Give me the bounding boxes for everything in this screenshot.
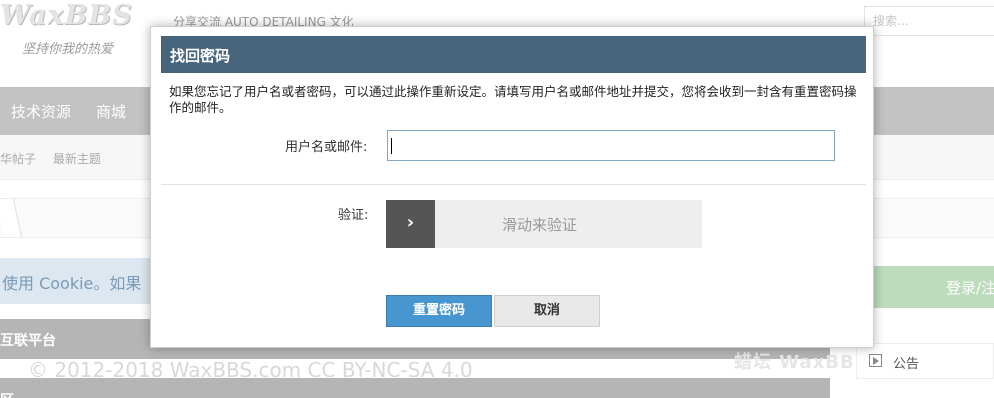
- form-divider: [161, 184, 866, 185]
- search-box[interactable]: [864, 6, 994, 36]
- nav-item-shop[interactable]: 商城: [96, 101, 126, 122]
- username-field[interactable]: [387, 130, 835, 161]
- watermark: 蜡坛 WaxBBS: [734, 352, 869, 373]
- dialog-intro: 如果您忘记了用户名或者密码，可以通过此操作重新设定。请填写用户名或邮件地址并提交…: [169, 84, 857, 115]
- login-label: 登录/注: [946, 279, 994, 297]
- dialog-title: 找回密码: [170, 47, 231, 65]
- subnav-item-digest[interactable]: 华帖子: [0, 150, 36, 167]
- reset-password-button[interactable]: 重置密码: [386, 295, 492, 327]
- search-input[interactable]: [865, 7, 994, 35]
- notice-panel[interactable]: 公告: [856, 343, 994, 379]
- cookie-text: 使用 Cookie。如果: [2, 274, 142, 293]
- chevron-right-icon: ›: [406, 212, 415, 233]
- dialog-header: 找回密码: [161, 36, 866, 73]
- nav-item-resources[interactable]: 技术资源: [11, 101, 71, 122]
- breadcrumb-home[interactable]: [0, 199, 23, 237]
- subnav-item-latest[interactable]: 最新主题: [53, 150, 101, 167]
- section-header-2: 区: [0, 378, 830, 398]
- logo-text: WaxBBS: [0, 0, 133, 31]
- site-logo[interactable]: WaxBBS 坚持你我的热爱: [0, 0, 134, 60]
- notice-icon: [869, 354, 882, 367]
- cookie-notice: 使用 Cookie。如果: [0, 258, 160, 304]
- notice-label: 公告: [893, 357, 920, 372]
- section-title-2: 区: [0, 390, 14, 398]
- username-input[interactable]: [388, 131, 834, 160]
- username-label: 用户名或邮件:: [285, 140, 368, 155]
- slide-captcha[interactable]: › 滑动来验证: [386, 200, 702, 248]
- slider-hint: 滑动来验证: [502, 216, 578, 234]
- login-button[interactable]: 登录/注: [872, 266, 994, 308]
- captcha-label: 验证:: [338, 208, 369, 223]
- section-title: 互联平台: [0, 333, 56, 349]
- cancel-button[interactable]: 取消: [494, 295, 600, 327]
- logo-slogan: 坚持你我的热爱: [22, 42, 114, 57]
- slider-handle[interactable]: ›: [386, 200, 435, 248]
- text-caret: [391, 138, 392, 154]
- reset-password-dialog: 找回密码 如果您忘记了用户名或者密码，可以通过此操作重新设定。请填写用户名或邮件…: [150, 26, 874, 348]
